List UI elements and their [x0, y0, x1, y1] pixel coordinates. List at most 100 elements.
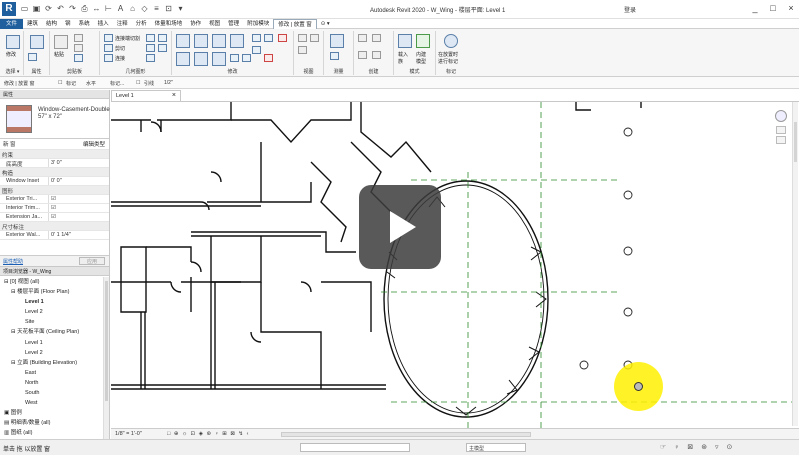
- canvas-scroll-thumb[interactable]: [794, 122, 797, 162]
- browser-node[interactable]: ⊟ 天花板平面 (Ceiling Plan): [0, 327, 103, 337]
- grid-bubble-3[interactable]: [623, 246, 633, 256]
- browser-scroll-thumb[interactable]: [105, 281, 108, 401]
- browser-node[interactable]: Level 1: [0, 338, 103, 348]
- leader-checkbox[interactable]: ☐: [136, 80, 140, 86]
- trim-icon[interactable]: [212, 52, 226, 66]
- sync-icon[interactable]: ⟳: [44, 4, 53, 14]
- canvas-vertical-scrollbar[interactable]: [792, 102, 798, 426]
- paint-icon[interactable]: [146, 44, 155, 52]
- save-icon[interactable]: ▣: [32, 4, 41, 14]
- ribbon-tab[interactable]: 附加模块: [243, 19, 273, 29]
- browser-node[interactable]: North: [0, 378, 103, 388]
- close-hidden-icon[interactable]: ⊡: [164, 4, 173, 14]
- close-icon[interactable]: ×: [787, 3, 795, 13]
- canvas-horizontal-scrollbar[interactable]: [281, 432, 531, 437]
- grid-bubble-6[interactable]: [579, 360, 589, 370]
- view-tab-level-1[interactable]: Level 1 ×: [111, 90, 181, 101]
- in-place-model-icon[interactable]: [416, 34, 430, 48]
- section-icon[interactable]: ◇: [140, 4, 149, 14]
- browser-node[interactable]: ▣ 图例: [0, 408, 103, 418]
- properties-icon[interactable]: [30, 35, 44, 49]
- offset-icon[interactable]: [194, 34, 208, 48]
- thin-lines-icon[interactable]: ≡: [152, 4, 161, 14]
- view-control-icons[interactable]: □ ⊕ ☼ ⊡ ◈ ⊛ ♀ ⊞ ⊠ ↯ ‹: [167, 431, 249, 437]
- grid-bubble-2[interactable]: [623, 190, 633, 200]
- view-scale[interactable]: 1/8" = 1'-0": [115, 431, 142, 437]
- measure-icon[interactable]: ↔: [92, 4, 101, 14]
- drawing-canvas[interactable]: [111, 101, 799, 428]
- instance-selector[interactable]: 新 窗: [3, 140, 16, 148]
- text-icon[interactable]: A: [116, 4, 125, 14]
- ribbon-tab[interactable]: 管理: [224, 19, 243, 29]
- unpin-icon[interactable]: [278, 34, 287, 42]
- ribbon-tab[interactable]: 结构: [42, 19, 61, 29]
- browser-node[interactable]: Level 1: [0, 297, 103, 307]
- mirror-axis-icon[interactable]: [212, 34, 226, 48]
- cope-label[interactable]: 连接端切割: [115, 35, 140, 42]
- properties-help-link[interactable]: 属性帮助: [3, 258, 23, 265]
- browser-node[interactable]: ⊟ 立面 (Building Elevation): [0, 358, 103, 368]
- ribbon-tab[interactable]: 插入: [94, 19, 113, 29]
- property-category[interactable]: 尺寸标注: [0, 222, 109, 231]
- switch-windows-icon[interactable]: ▾: [176, 4, 185, 14]
- scale-icon[interactable]: [242, 54, 251, 62]
- revit-logo-icon[interactable]: R: [2, 2, 16, 16]
- 3d-view-icon[interactable]: ⌂: [128, 4, 137, 14]
- ribbon-tab[interactable]: 钢: [61, 19, 75, 29]
- match-type-icon[interactable]: [74, 54, 83, 62]
- browser-node[interactable]: East: [0, 368, 103, 378]
- in-place-model-label[interactable]: 内建 模型: [416, 51, 426, 65]
- select-group-label[interactable]: 选择 ▾: [2, 68, 23, 75]
- delete-icon[interactable]: [264, 54, 273, 62]
- ribbon-tab[interactable]: 文件: [0, 19, 24, 29]
- ribbon-tab[interactable]: 系统: [75, 19, 94, 29]
- maximize-icon[interactable]: □: [769, 3, 777, 13]
- property-category[interactable]: 图形: [0, 186, 109, 195]
- modify-arrow-icon[interactable]: [6, 35, 20, 49]
- similar-icon[interactable]: [372, 51, 381, 59]
- load-family-label[interactable]: 载入 族: [398, 51, 408, 65]
- tag-on-placement-label[interactable]: 在放置时 进行标记: [438, 51, 458, 65]
- ribbon-tab[interactable]: 分析: [132, 19, 151, 29]
- browser-node[interactable]: ⊟ 楼层平面 (Floor Plan): [0, 287, 103, 297]
- wall-joins-icon[interactable]: [146, 34, 155, 42]
- browser-scrollbar[interactable]: [103, 277, 109, 442]
- pin-icon[interactable]: [252, 46, 261, 54]
- leader-offset-field[interactable]: 1/2": [164, 80, 173, 86]
- apply-button[interactable]: 应用: [79, 257, 105, 265]
- cut-icon[interactable]: [74, 34, 83, 42]
- join-roof-icon[interactable]: [146, 54, 155, 62]
- browser-node[interactable]: ▥ 图纸 (all): [0, 428, 103, 438]
- workset-field[interactable]: [300, 443, 410, 452]
- property-value[interactable]: 0' 1 1/4": [48, 231, 99, 239]
- split-icon[interactable]: [252, 34, 261, 42]
- align-icon[interactable]: [176, 34, 190, 48]
- ribbon-tab[interactable]: 视图: [205, 19, 224, 29]
- paste-label[interactable]: 粘贴: [54, 51, 64, 58]
- aligned-dimension-icon[interactable]: [330, 52, 339, 60]
- split-face-icon[interactable]: [158, 34, 167, 42]
- hide-icon[interactable]: [310, 34, 319, 42]
- tag-on-placement-icon[interactable]: [444, 34, 458, 48]
- property-category[interactable]: 约束: [0, 150, 109, 159]
- view-tab-close-icon[interactable]: ×: [172, 92, 176, 99]
- browser-node[interactable]: ⊟ [0] 视图 (all): [0, 277, 103, 287]
- minimize-icon[interactable]: _: [751, 3, 759, 13]
- mirror-draw-icon[interactable]: [230, 34, 244, 48]
- property-value[interactable]: ☑: [48, 204, 99, 212]
- type-properties-icon[interactable]: [28, 53, 37, 61]
- browser-node[interactable]: West: [0, 398, 103, 408]
- steering-wheel-icon[interactable]: [775, 110, 787, 122]
- demolish-icon[interactable]: [158, 44, 167, 52]
- override-graphics-icon[interactable]: [298, 34, 307, 42]
- paste-icon[interactable]: [54, 35, 68, 49]
- zoom-dropdown-icon[interactable]: [776, 136, 786, 144]
- zoom-icon[interactable]: [776, 126, 786, 134]
- edit-type-button[interactable]: 编辑类型: [83, 140, 105, 148]
- undo-icon[interactable]: ↶: [56, 4, 65, 14]
- type-selector[interactable]: Window-Casement-Double 57" x 72": [0, 99, 110, 139]
- browser-node[interactable]: ▤ 明细表/数量 (all): [0, 418, 103, 428]
- browser-node[interactable]: Site: [0, 317, 103, 327]
- redo-icon[interactable]: ↷: [68, 4, 77, 14]
- ribbon-tab[interactable]: ⊙ ▾: [317, 19, 334, 29]
